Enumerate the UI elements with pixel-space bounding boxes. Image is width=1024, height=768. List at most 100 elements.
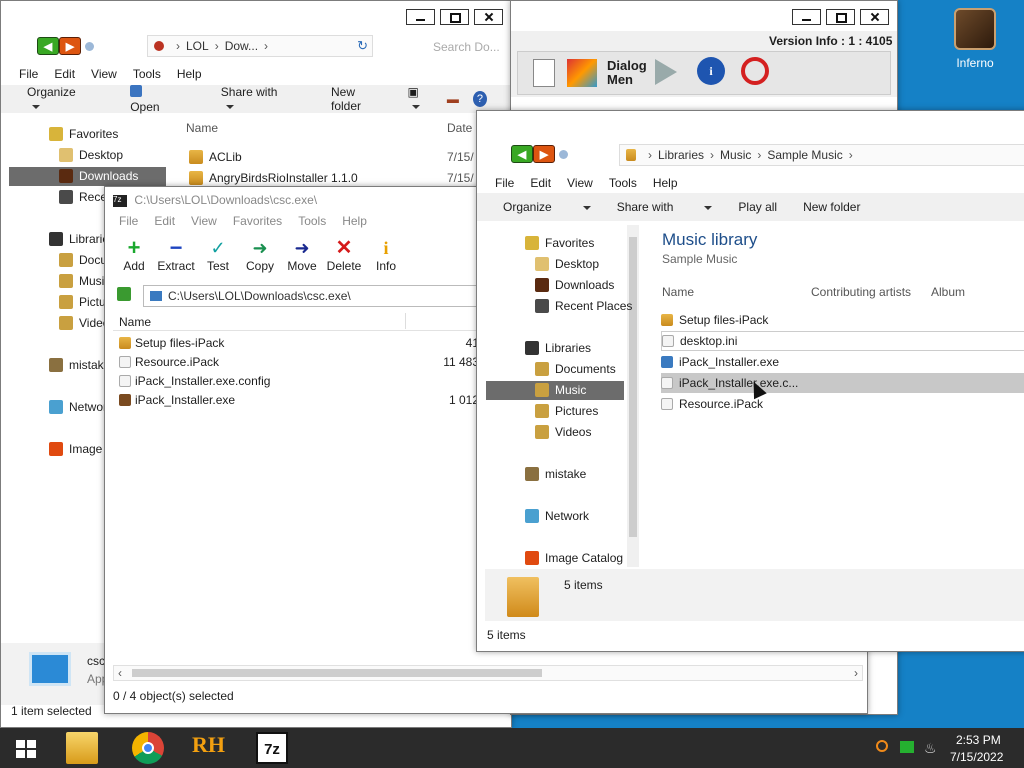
breadcrumb-lol[interactable]: LOL: [186, 39, 209, 53]
nav-item[interactable]: Favorites: [49, 127, 118, 141]
list-item[interactable]: Resource.iPack: [661, 394, 1024, 414]
forward-button[interactable]: ▶: [59, 37, 81, 55]
dialog-menu-icon[interactable]: [567, 59, 597, 87]
list-item[interactable]: Setup files-iPack 41: [119, 333, 479, 353]
nav-item[interactable]: Desktop: [535, 257, 599, 271]
info-button[interactable]: i Info: [365, 237, 407, 279]
move-button[interactable]: ➜ Move: [281, 237, 323, 279]
menu-view[interactable]: View: [191, 214, 217, 228]
copy-button[interactable]: ➜ Copy: [239, 237, 281, 279]
new-folder-button[interactable]: New folder: [803, 200, 860, 214]
column-header-name[interactable]: Name: [662, 285, 694, 299]
nav-item[interactable]: Documents: [535, 362, 616, 376]
list-item[interactable]: desktop.ini: [661, 331, 1024, 351]
list-item[interactable]: iPack_Installer.exe: [661, 352, 1024, 372]
nav-item[interactable]: Pictures: [535, 404, 598, 418]
scrollbar-thumb[interactable]: [132, 669, 542, 677]
nav-item[interactable]: Libraries: [525, 341, 591, 355]
nav-item[interactable]: Videos: [535, 425, 591, 439]
close-button[interactable]: [860, 9, 889, 25]
preview-pane-icon[interactable]: ▬: [447, 92, 459, 106]
share-with-button[interactable]: Share with: [221, 85, 305, 113]
nav-item[interactable]: mistake: [49, 358, 110, 372]
nav-item[interactable]: Image Catalog: [525, 551, 623, 565]
minimize-button[interactable]: [406, 9, 435, 25]
nav-scrollbar-thumb[interactable]: [629, 237, 637, 537]
nav-scrollbar[interactable]: [627, 225, 639, 567]
info-icon[interactable]: i: [697, 57, 725, 85]
forward-button[interactable]: ▶: [533, 145, 555, 163]
menu-file[interactable]: File: [119, 214, 138, 228]
menu-tools[interactable]: Tools: [609, 176, 637, 190]
dialog-menu-label[interactable]: Dialog Men: [607, 59, 647, 87]
open-button[interactable]: Open: [130, 84, 195, 114]
delete-button[interactable]: ✕ Delete: [323, 237, 365, 279]
menu-tools[interactable]: Tools: [298, 214, 326, 228]
list-item[interactable]: iPack_Installer.exe 1 012: [119, 390, 479, 410]
menu-help[interactable]: Help: [342, 214, 367, 228]
clock-time[interactable]: 2:53 PM: [956, 733, 1001, 747]
taskbar-resource-hacker-icon[interactable]: RH: [192, 732, 225, 764]
back-button[interactable]: ◀: [37, 37, 59, 55]
clock-date[interactable]: 7/15/2022: [950, 750, 1003, 764]
add-button[interactable]: + Add: [113, 237, 155, 279]
history-dropdown[interactable]: [559, 149, 568, 159]
column-header-album[interactable]: Album: [931, 285, 965, 299]
menu-tools[interactable]: Tools: [133, 67, 161, 81]
nav-item[interactable]: Music: [59, 274, 110, 288]
extract-button[interactable]: − Extract: [155, 237, 197, 279]
view-options-icon[interactable]: ▣: [407, 85, 428, 113]
breadcrumb-libraries[interactable]: Libraries: [658, 148, 704, 162]
up-folder-icon[interactable]: [117, 287, 131, 301]
nav-item[interactable]: Downloads: [535, 278, 614, 292]
nav-item[interactable]: Network: [525, 509, 589, 523]
column-header-name[interactable]: Name: [119, 315, 151, 329]
breadcrumb-downloads[interactable]: Dow...: [225, 39, 258, 53]
address-bar[interactable]: › LOL › Dow... › ↻: [147, 35, 373, 57]
network-tray-icon[interactable]: [900, 741, 914, 753]
taskbar-explorer-icon[interactable]: [66, 732, 98, 764]
menu-edit[interactable]: Edit: [54, 67, 75, 81]
desktop-icon-inferno[interactable]: Inferno: [944, 8, 1006, 70]
search-input[interactable]: Search Do...: [433, 40, 500, 54]
power-icon[interactable]: [741, 57, 769, 85]
close-button[interactable]: [474, 9, 503, 25]
menu-view[interactable]: View: [567, 176, 593, 190]
maximize-button[interactable]: [440, 9, 469, 25]
menu-file[interactable]: File: [19, 67, 38, 81]
test-button[interactable]: ✓ Test: [197, 237, 239, 279]
nav-item[interactable]: mistake: [525, 467, 586, 481]
share-with-button[interactable]: Share with: [617, 200, 713, 214]
list-item[interactable]: iPack_Installer.exe.config: [119, 371, 479, 391]
menu-edit[interactable]: Edit: [530, 176, 551, 190]
play-all-button[interactable]: Play all: [738, 200, 777, 214]
minimize-button[interactable]: [792, 9, 821, 25]
list-item[interactable]: iPack_Installer.exe.c...: [661, 373, 1024, 393]
taskbar-chrome-icon[interactable]: [132, 732, 164, 764]
breadcrumb-sample-music[interactable]: Sample Music: [767, 148, 842, 162]
history-dropdown[interactable]: [85, 41, 94, 51]
taskbar-7zip-icon[interactable]: 7z: [256, 732, 288, 764]
list-item[interactable]: Resource.iPack 11 483: [119, 352, 479, 372]
nav-item[interactable]: Favorites: [525, 236, 594, 250]
column-header-artists[interactable]: Contributing artists: [811, 285, 911, 299]
menu-help[interactable]: Help: [177, 67, 202, 81]
new-document-icon[interactable]: [533, 59, 555, 87]
address-bar[interactable]: › Libraries › Music › Sample Music ›: [619, 144, 1024, 166]
nav-item[interactable]: Desktop: [59, 148, 123, 162]
menu-help[interactable]: Help: [653, 176, 678, 190]
maximize-button[interactable]: [826, 9, 855, 25]
back-button[interactable]: ◀: [511, 145, 533, 163]
menu-favorites[interactable]: Favorites: [233, 214, 282, 228]
refresh-icon[interactable]: ↻: [357, 38, 368, 54]
nav-item[interactable]: Recent Places: [535, 299, 632, 313]
organize-button[interactable]: Organize: [27, 85, 104, 113]
search-tray-icon[interactable]: [876, 740, 888, 752]
new-folder-button[interactable]: New folder: [331, 85, 381, 113]
start-button[interactable]: [16, 740, 36, 758]
organize-button[interactable]: Organize: [503, 200, 591, 214]
menu-edit[interactable]: Edit: [154, 214, 175, 228]
nav-item[interactable]: Music: [535, 383, 586, 397]
menu-view[interactable]: View: [91, 67, 117, 81]
nav-item[interactable]: Downloads: [59, 169, 138, 183]
